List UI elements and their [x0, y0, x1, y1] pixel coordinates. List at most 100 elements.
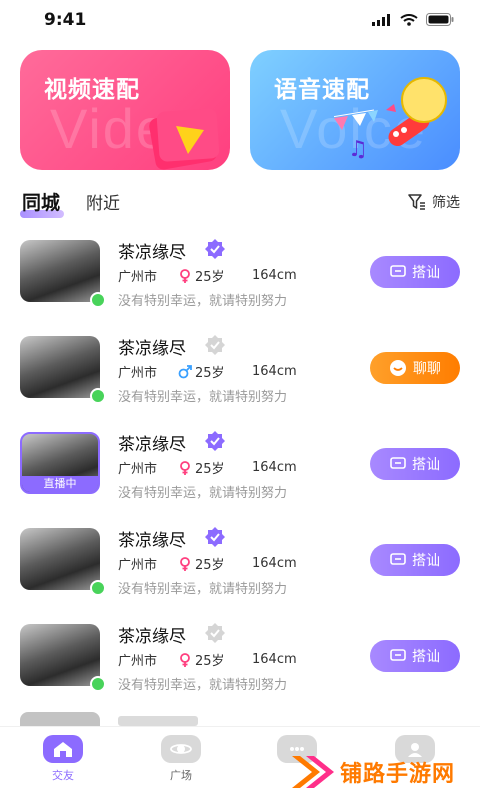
list-item[interactable]: 茶凉缘尽 广州市 25岁 164cm 没有特别幸运，就请特别努力 搭讪 — [0, 610, 480, 706]
user-meta: 广州市 25岁 164cm — [118, 554, 297, 573]
user-gender-age: 25岁 — [178, 554, 248, 573]
user-name: 茶凉缘尽 — [118, 627, 186, 647]
user-meta: 广州市 25岁 164cm — [118, 650, 297, 669]
user-bio: 没有特别幸运，就请特别努力 — [118, 582, 288, 597]
signal-icon — [372, 13, 390, 26]
user-age: 25岁 — [195, 462, 225, 477]
filter-label: 筛选 — [432, 195, 460, 211]
watermark-logo-icon — [292, 756, 334, 788]
home-icon — [43, 735, 83, 763]
verified-badge-icon — [205, 431, 225, 451]
battery-icon — [426, 13, 454, 26]
user-height: 164cm — [252, 556, 297, 571]
planet-icon — [161, 735, 201, 763]
nav-item-plaza[interactable]: 广场 — [146, 735, 216, 783]
online-status-dot — [90, 676, 106, 692]
female-icon — [180, 652, 190, 667]
greet-button[interactable]: 搭讪 — [370, 256, 460, 288]
avatar[interactable] — [20, 624, 100, 686]
voice-match-banner[interactable]: Voice 语音速配 ♫ — [250, 50, 460, 170]
user-city: 广州市 — [118, 366, 158, 381]
greet-button[interactable]: 搭讪 — [370, 544, 460, 576]
greet-button-label: 搭讪 — [412, 457, 440, 473]
user-city: 广州市 — [118, 654, 158, 669]
list-tabs: 同城 附近 筛选 — [20, 186, 460, 222]
live-badge: 直播中 — [22, 476, 98, 492]
user-age: 25岁 — [195, 366, 225, 381]
user-gender-age: 25岁 — [178, 458, 248, 477]
greet-button-label: 搭讪 — [412, 553, 440, 569]
watermark-text: 铺路手游网 — [340, 762, 456, 787]
video-match-title: 视频速配 — [44, 77, 140, 103]
video-match-banner[interactable]: Video 视频速配 — [20, 50, 230, 170]
avatar[interactable]: 直播中 — [20, 432, 100, 494]
user-city: 广州市 — [118, 462, 158, 477]
user-age: 25岁 — [195, 270, 225, 285]
svg-text:♫: ♫ — [348, 137, 368, 162]
nav-item-friends[interactable]: 交友 — [28, 735, 98, 783]
online-status-dot — [90, 388, 106, 404]
filter-button[interactable]: 筛选 — [408, 192, 460, 212]
chat-button-label: 聊聊 — [413, 361, 441, 377]
user-name: 茶凉缘尽 — [118, 435, 186, 455]
user-city: 广州市 — [118, 558, 158, 573]
list-item[interactable]: 茶凉缘尽 广州市 25岁 164cm 没有特别幸运，就请特别努力 搭讪 — [0, 514, 480, 610]
user-age: 25岁 — [195, 558, 225, 573]
user-height: 164cm — [252, 652, 297, 667]
chat-box-icon — [390, 265, 406, 277]
greet-button-label: 搭讪 — [412, 649, 440, 665]
greet-button[interactable]: 搭讪 — [370, 448, 460, 480]
smile-icon — [390, 360, 406, 376]
avatar[interactable] — [20, 336, 100, 398]
user-city: 广州市 — [118, 270, 158, 285]
list-item[interactable]: 茶凉缘尽 广州市 25岁 164cm 没有特别幸运，就请特别努力 聊聊 — [0, 322, 480, 418]
status-time: 9:41 — [44, 10, 87, 30]
verified-badge-icon — [205, 527, 225, 547]
nav-label-plaza: 广场 — [170, 769, 192, 782]
user-gender-age: 25岁 — [178, 266, 248, 285]
female-icon — [180, 268, 190, 283]
avatar[interactable] — [20, 240, 100, 302]
user-gender-age: 25岁 — [178, 650, 248, 669]
status-icons — [372, 13, 454, 26]
user-name: 茶凉缘尽 — [118, 531, 186, 551]
user-height: 164cm — [252, 364, 297, 379]
user-bio: 没有特别幸运，就请特别努力 — [118, 486, 288, 501]
site-watermark: 铺路手游网 — [290, 752, 455, 792]
verified-badge-icon — [205, 239, 225, 259]
user-bio: 没有特别幸运，就请特别努力 — [118, 390, 288, 405]
play-card-icon — [149, 108, 220, 170]
user-bio: 没有特别幸运，就请特别努力 — [118, 678, 288, 693]
avatar[interactable] — [20, 528, 100, 590]
online-status-dot — [90, 292, 106, 308]
chat-box-icon — [390, 553, 406, 565]
chat-button[interactable]: 聊聊 — [370, 352, 460, 384]
chat-box-icon — [390, 457, 406, 469]
list-item[interactable]: 茶凉缘尽 广州市 25岁 164cm 没有特别幸运，就请特别努力 搭讪 — [0, 226, 480, 322]
user-meta: 广州市 25岁 164cm — [118, 458, 297, 477]
user-bio: 没有特别幸运，就请特别努力 — [118, 294, 288, 309]
nav-label-friends: 交友 — [52, 769, 74, 782]
wifi-icon — [400, 13, 418, 26]
male-icon — [178, 364, 192, 378]
greet-button[interactable]: 搭讪 — [370, 640, 460, 672]
tab-same-city[interactable]: 同城 — [22, 188, 60, 215]
user-gender-age: 25岁 — [178, 362, 248, 381]
greet-button-label: 搭讪 — [412, 265, 440, 281]
female-icon — [180, 460, 190, 475]
user-age: 25岁 — [195, 654, 225, 669]
filter-icon — [408, 194, 425, 210]
user-height: 164cm — [252, 460, 297, 475]
microphone-icon: ♫ — [334, 77, 447, 162]
user-name: 茶凉缘尽 — [118, 243, 186, 263]
user-name: 茶凉缘尽 — [118, 339, 186, 359]
tab-nearby[interactable]: 附近 — [86, 189, 120, 214]
list-item[interactable]: 直播中 茶凉缘尽 广州市 25岁 164cm 没有特别幸运，就请特别努力 搭讪 — [0, 418, 480, 514]
user-meta: 广州市 25岁 164cm — [118, 266, 297, 285]
online-status-dot — [90, 580, 106, 596]
status-bar: 9:41 — [0, 0, 480, 44]
list-item-partial — [20, 712, 220, 726]
user-height: 164cm — [252, 268, 297, 283]
chat-box-icon — [390, 649, 406, 661]
unverified-badge-icon — [205, 335, 225, 355]
